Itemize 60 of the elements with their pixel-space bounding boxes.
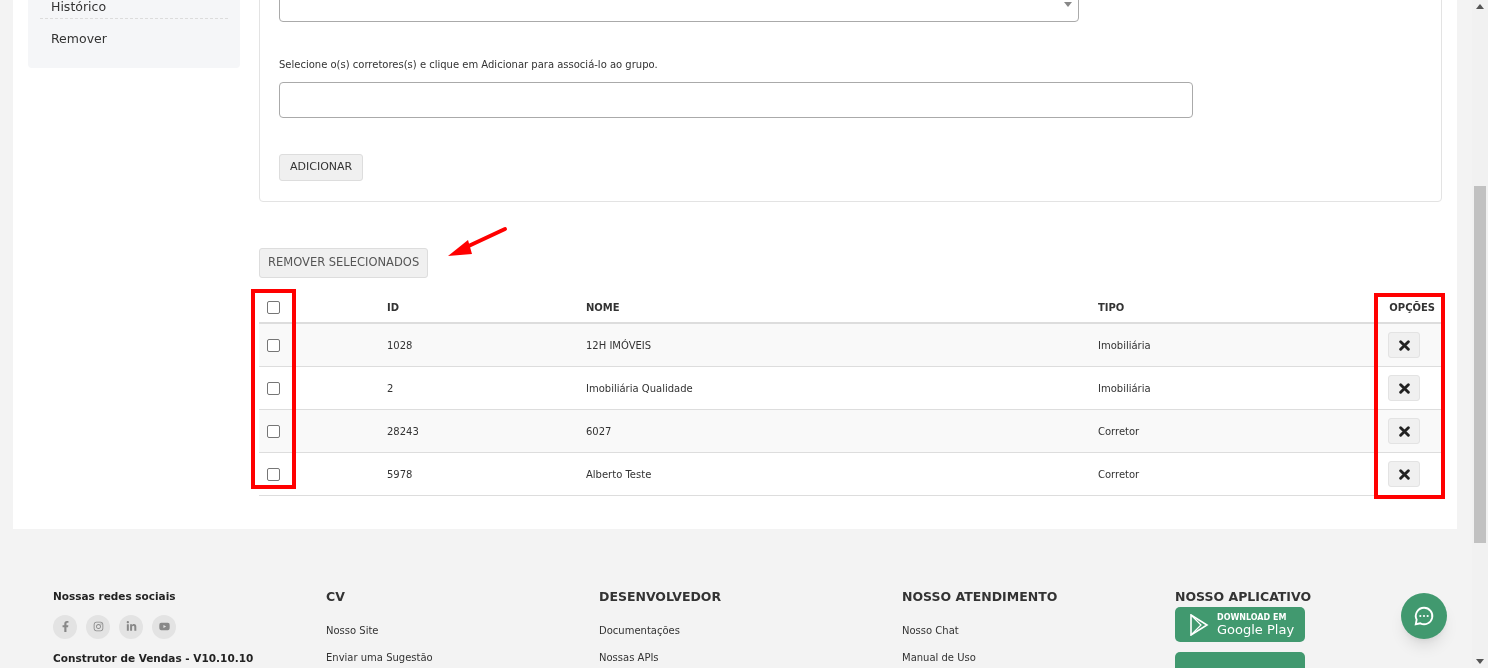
footer-link[interactable]: Enviar uma Sugestão	[326, 650, 599, 665]
delete-button[interactable]	[1388, 461, 1420, 487]
table-cell-text: 2	[387, 381, 395, 396]
table-cell-text: Alberto Teste	[586, 467, 653, 482]
delete-button[interactable]	[1388, 332, 1420, 358]
checkbox[interactable]	[267, 338, 280, 352]
footer-link[interactable]: Manual de Uso	[902, 650, 1175, 665]
instagram-icon[interactable]	[86, 614, 110, 639]
checkbox[interactable]	[267, 300, 280, 314]
column-header: ID	[387, 300, 401, 315]
youtube-icon[interactable]	[152, 614, 176, 639]
footer-heading: NOSSO ATENDIMENTO	[902, 589, 1059, 605]
remove-selected-button[interactable]: REMOVER SELECIONADOS	[259, 248, 429, 278]
linkedin-icon[interactable]	[119, 614, 143, 639]
table-cell-text: Imobiliária	[1098, 338, 1152, 353]
play-icon	[1189, 613, 1209, 636]
footer-link[interactable]: Documentações	[599, 623, 902, 638]
sidebar-item[interactable]: Remover	[51, 29, 107, 49]
instruction-text: Selecione o(s) corretores(s) e clique em Adicionar para associá-lo ao grupo.	[279, 58, 658, 72]
chat-button[interactable]	[1401, 593, 1447, 639]
footer-heading: DESENVOLVEDOR	[599, 589, 723, 605]
scroll-up-icon[interactable]	[1476, 4, 1484, 9]
facebook-icon[interactable]	[53, 614, 77, 639]
delete-button[interactable]	[1388, 418, 1420, 444]
close-icon	[1398, 468, 1410, 480]
column-header: NOME	[586, 300, 621, 315]
footer-heading: CV	[326, 589, 346, 605]
version-text: Construtor de Vendas - V10.10.10	[53, 650, 255, 666]
badge-store-name: Google Play	[1217, 622, 1295, 636]
close-icon	[1398, 339, 1410, 351]
dropdown-caret-icon	[1064, 2, 1072, 7]
column-header: OPÇÕES	[1389, 300, 1436, 315]
table-cell-text: Imobiliária	[1098, 381, 1152, 396]
checkbox[interactable]	[267, 424, 280, 438]
badge-caption: DOWNLOAD EM	[1217, 613, 1288, 622]
checkbox[interactable]	[267, 467, 280, 481]
chat-bubble-icon	[1413, 605, 1435, 627]
scroll-down-icon[interactable]	[1476, 659, 1484, 664]
delete-button[interactable]	[1388, 375, 1420, 401]
table-cell-text: Corretor	[1098, 424, 1141, 439]
table-cell-text: 1028	[387, 338, 414, 353]
table-cell-text: 5978	[387, 467, 414, 482]
table-cell-text: 12H IMÓVEIS	[586, 338, 653, 353]
brokers-input-field[interactable]	[279, 82, 1193, 118]
annotation-arrow	[446, 226, 508, 258]
column-header: TIPO	[1098, 300, 1126, 315]
sidebar-item[interactable]: Histórico	[51, 0, 107, 17]
social-title: Nossas redes sociais	[53, 589, 177, 604]
table-cell-text: Imobiliária Qualidade	[586, 381, 694, 396]
table-cell-text: Corretor	[1098, 467, 1141, 482]
close-icon	[1398, 382, 1410, 394]
checkbox[interactable]	[267, 381, 280, 395]
close-icon	[1398, 425, 1410, 437]
add-button[interactable]: ADICIONAR	[279, 154, 364, 181]
table-cell-text: 6027	[586, 424, 613, 439]
footer-link[interactable]: Nossas APIs	[599, 650, 902, 665]
footer-heading: NOSSO APLICATIVO	[1175, 589, 1312, 605]
footer-link[interactable]: Nosso Site	[326, 623, 599, 638]
footer-link[interactable]: Nosso Chat	[902, 623, 1175, 638]
table-cell-text: 28243	[387, 424, 420, 439]
